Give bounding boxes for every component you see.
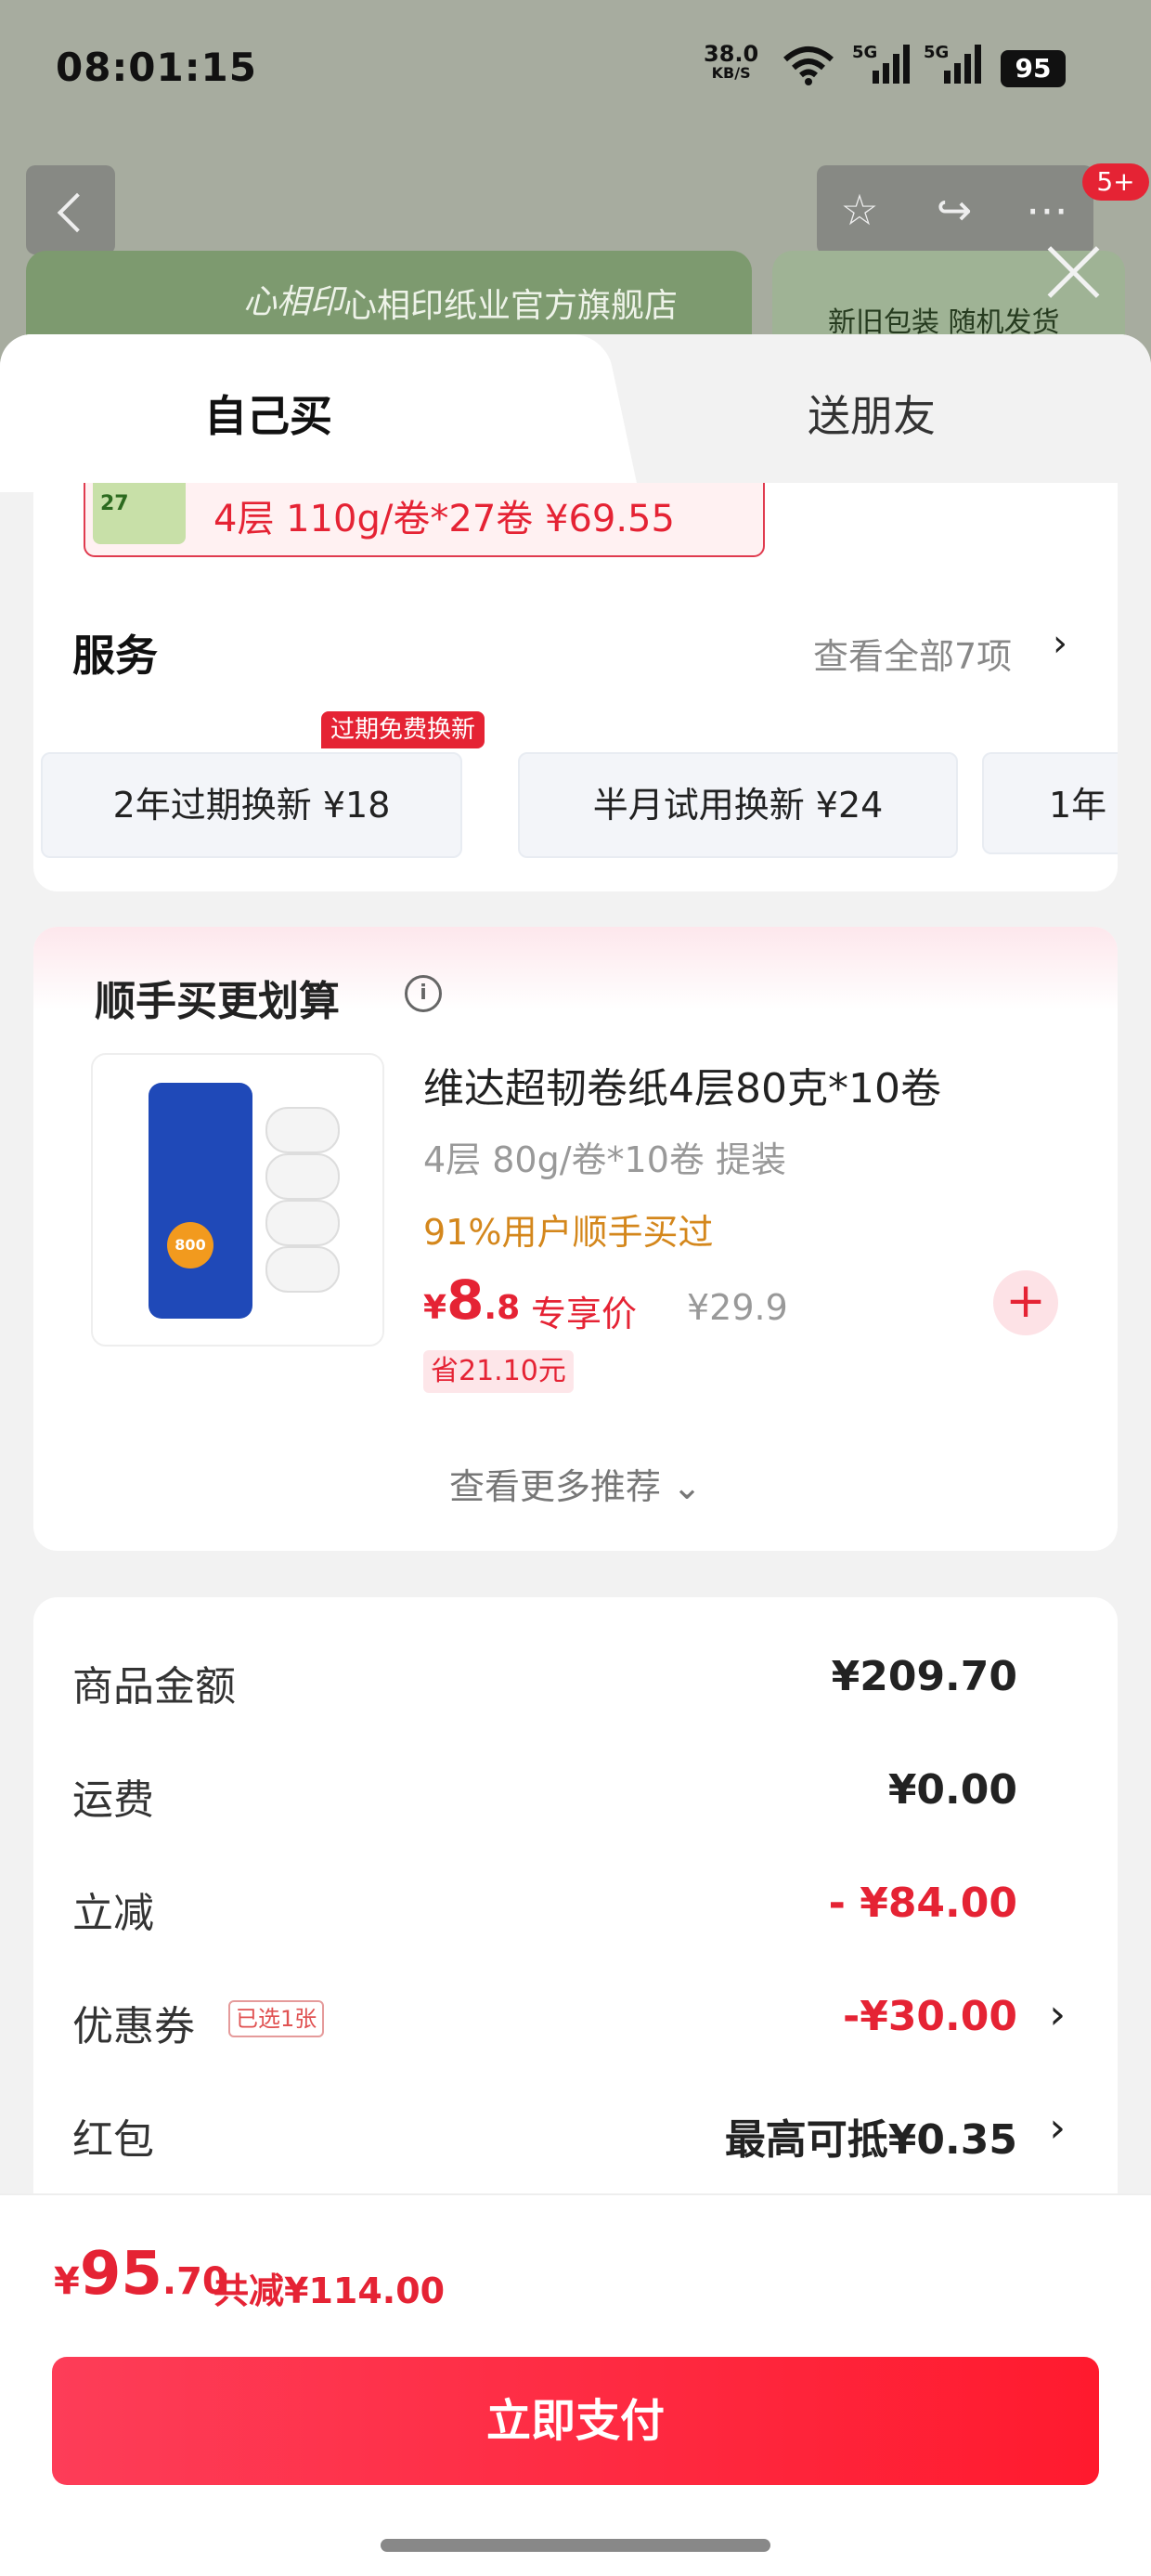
back-button[interactable]: [26, 165, 115, 254]
toilet-paper-pack: 800: [149, 1083, 252, 1319]
red-packet-row[interactable]: 红包 最高可抵¥0.35 ›: [72, 2097, 1066, 2164]
addon-product-image[interactable]: 800: [91, 1053, 384, 1347]
store-logo: 心相印: [243, 283, 344, 321]
paper-roll: [265, 1107, 340, 1153]
addon-price: ¥8.8: [423, 1268, 520, 1332]
save-amount-badge: 省21.10元: [423, 1350, 574, 1393]
pack-tag: 800: [167, 1222, 213, 1268]
tab-gift-label[interactable]: 送朋友: [808, 383, 936, 444]
store-name: 心相印纸业官方旗舰店: [343, 287, 679, 325]
service-view-all[interactable]: 查看全部7项: [813, 628, 1012, 679]
price-integer: 8: [446, 1268, 485, 1332]
instant-discount-row: 立减 - ¥84.00: [72, 1870, 1066, 1937]
service-option[interactable]: 半月试用换新 ¥24: [518, 752, 958, 858]
service-option[interactable]: 2年过期换新 ¥18: [41, 752, 462, 858]
more-recommendations-label: 查看更多推荐: [449, 1466, 662, 1507]
shipping-label: 运费: [72, 1776, 154, 1824]
original-price: ¥29.9: [687, 1287, 788, 1328]
goods-amount-value: ¥209.70: [831, 1653, 1017, 1700]
price-decimal: .8: [484, 1289, 521, 1327]
network-speed: 38.0 KB/S: [704, 43, 758, 82]
variant-text: 4层 110g/卷*27卷 ¥69.55: [213, 498, 675, 540]
goods-amount-row: 商品金额 ¥209.70: [72, 1644, 1066, 1711]
purchase-tabs: 自己买 送朋友: [0, 334, 1151, 492]
shipping-row: 运费 ¥0.00: [72, 1757, 1066, 1824]
net-speed-unit: KB/S: [711, 64, 751, 82]
paper-roll: [265, 1200, 340, 1246]
net-speed-value: 38.0: [704, 41, 759, 67]
chevron-down-icon: ⌄: [672, 1466, 702, 1507]
variant-thumbnail: 27: [93, 483, 186, 544]
addon-product-spec: 4层 80g/卷*10卷 提装: [423, 1139, 786, 1180]
coupon-label: 优惠券: [72, 2003, 195, 2050]
coupon-row[interactable]: 优惠券 已选1张 -¥30.00 ›: [72, 1984, 1066, 2050]
paper-roll: [265, 1246, 340, 1293]
price-summary-card: 商品金额 ¥209.70 运费 ¥0.00 立减 - ¥84.00 优惠券 已选…: [33, 1597, 1118, 2247]
coupon-selected-badge: 已选1张: [228, 2000, 325, 2037]
product-service-card: 27 4层 110g/卷*27卷 ¥69.55 服务 查看全部7项 › 2年过期…: [33, 483, 1118, 891]
more-icon[interactable]: ⋯: [1019, 182, 1075, 238]
battery-indicator: 95: [1001, 50, 1066, 87]
addon-product-name[interactable]: 维达超韧卷纸4层80克*10卷: [423, 1055, 941, 1114]
total-currency: ¥: [54, 2260, 80, 2303]
checkout-footer: ¥95.70 共减¥114.00 立即支付: [0, 2193, 1151, 2576]
red-packet-value: 最高可抵¥0.35: [724, 2116, 1017, 2164]
more-recommendations-link[interactable]: 查看更多推荐 ⌄: [33, 1458, 1118, 1509]
back-arrow-icon: [57, 192, 97, 233]
shipping-value: ¥0.00: [887, 1766, 1017, 1814]
status-time: 08:01:15: [56, 45, 257, 90]
red-packet-label: 红包: [72, 2116, 154, 2164]
addon-recommend-card: 顺手买更划算 i 800 维达超韧卷纸4层80克*10卷 4层 80g/卷*10…: [33, 927, 1118, 1551]
coupon-value: -¥30.00: [842, 1993, 1017, 2040]
tab-self-buy-label[interactable]: 自己买: [204, 383, 332, 444]
chevron-right-icon: ›: [1049, 1991, 1066, 2038]
top-toolbar: ☆ ↪ ⋯: [817, 165, 1093, 254]
service-option[interactable]: 1年: [982, 752, 1118, 854]
variant-thumb-label: 27: [100, 492, 129, 515]
add-addon-button[interactable]: +: [993, 1270, 1058, 1335]
favorite-star-icon[interactable]: ☆: [832, 182, 887, 238]
share-icon[interactable]: ↪: [926, 182, 982, 238]
addon-title: 顺手买更划算: [95, 978, 340, 1025]
pay-now-button[interactable]: 立即支付: [52, 2357, 1099, 2485]
service-title: 服务: [72, 631, 158, 681]
wifi-icon: [783, 46, 834, 85]
close-icon[interactable]: [1045, 243, 1103, 301]
chevron-right-icon: ›: [1049, 2104, 1066, 2152]
selected-variant[interactable]: 27 4层 110g/卷*27卷 ¥69.55: [84, 483, 765, 557]
exclusive-price-tag: 专享价: [531, 1294, 638, 1334]
instant-discount-value: - ¥84.00: [828, 1880, 1017, 1927]
home-indicator[interactable]: [381, 2539, 770, 2552]
chevron-right-icon[interactable]: ›: [1053, 622, 1067, 665]
status-bar: 08:01:15 38.0 KB/S 5G 5G 95: [0, 0, 1151, 130]
paper-roll: [265, 1153, 340, 1200]
goods-amount-label: 商品金额: [72, 1663, 236, 1711]
total-integer: 95: [79, 2240, 162, 2309]
message-count-badge: 5+: [1082, 163, 1149, 201]
addon-social-proof: 91%用户顺手买过: [423, 1212, 714, 1253]
instant-discount-label: 立减: [72, 1890, 154, 1937]
service-badge: 过期免费换新: [321, 711, 485, 748]
price-currency: ¥: [423, 1289, 447, 1327]
total-price: ¥95.70: [54, 2240, 228, 2309]
info-icon[interactable]: i: [405, 975, 442, 1012]
total-saved[interactable]: 共减¥114.00: [213, 2262, 445, 2313]
